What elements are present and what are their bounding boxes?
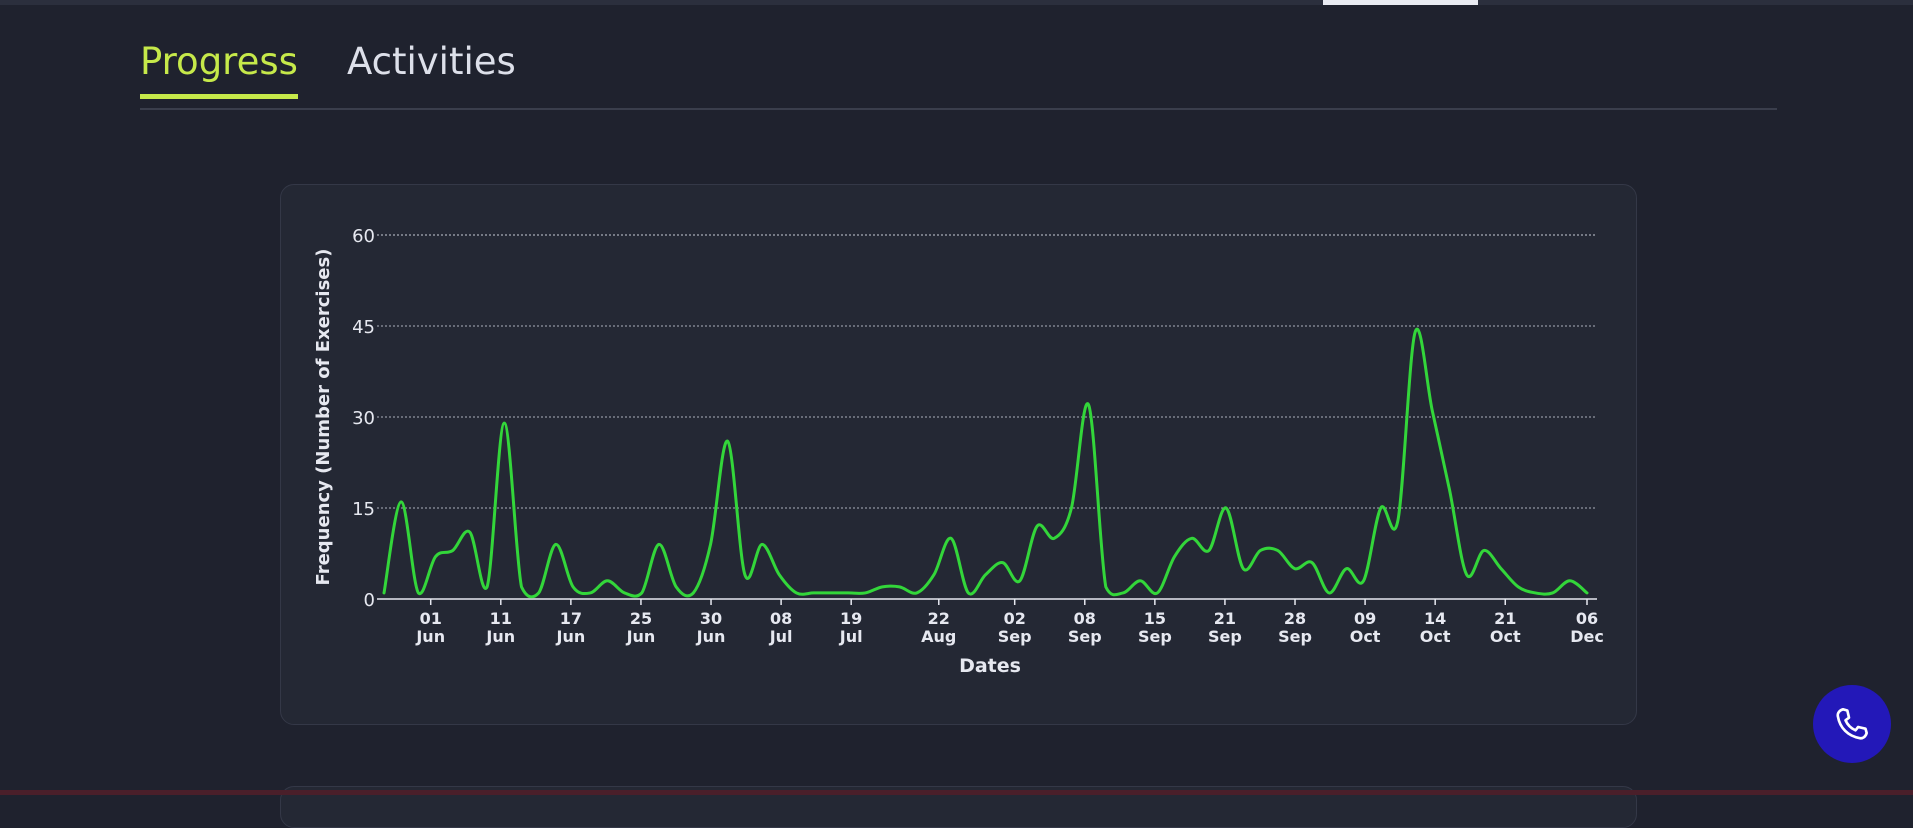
x-tick-month: Sep (1068, 627, 1102, 646)
x-tick-day: 15 (1144, 609, 1166, 628)
x-tick-day: 08 (1074, 609, 1096, 628)
x-tick-month: Sep (1138, 627, 1172, 646)
x-tick-day: 30 (700, 609, 722, 628)
x-tick-month: Sep (1208, 627, 1242, 646)
x-tick-day: 06 (1576, 609, 1598, 628)
x-tick-day: 22 (928, 609, 950, 628)
y-tick-label: 0 (364, 590, 375, 611)
x-tick-day: 19 (840, 609, 862, 628)
y-tick-label: 60 (352, 226, 375, 247)
x-tick-month: Sep (1278, 627, 1312, 646)
bottom-strip (0, 790, 1913, 795)
tab-bar: Progress Activities (140, 28, 1777, 110)
x-tick-day: 21 (1494, 609, 1516, 628)
phone-icon (1836, 708, 1868, 740)
y-tick-label: 30 (352, 408, 375, 429)
top-active-indicator (1323, 0, 1478, 5)
x-tick-month: Sep (998, 627, 1032, 646)
y-axis-label: Frequency (Number of Exercises) (313, 249, 334, 586)
x-tick-month: Jun (485, 627, 515, 646)
tab-activities[interactable]: Activities (347, 42, 516, 94)
x-tick-month: Aug (921, 627, 956, 646)
series-line (382, 327, 1589, 599)
x-tick-month: Jun (626, 627, 656, 646)
x-tick-month: Jul (839, 627, 863, 646)
x-axis-label: Dates (959, 655, 1021, 677)
frequency-line-chart: 01530456001Jun11Jun17Jun25Jun30Jun08Jul1… (313, 226, 1604, 677)
x-tick-month: Dec (1570, 627, 1604, 646)
x-tick-month: Jun (556, 627, 586, 646)
x-tick-day: 25 (630, 609, 652, 628)
x-tick-day: 14 (1424, 609, 1446, 628)
y-tick-label: 45 (352, 317, 375, 338)
progress-chart-card: 0 15 30 45 60 01 Jun 11 Jun 17 Jun 25 Jun 30 Jun 08 Jul 1… (280, 184, 1637, 725)
x-tick-day: 08 (770, 609, 792, 628)
x-tick-month: Oct (1490, 627, 1521, 646)
x-tick-day: 17 (560, 609, 582, 628)
x-tick-day: 21 (1214, 609, 1236, 628)
x-tick-day: 02 (1004, 609, 1026, 628)
x-tick-month: Jun (696, 627, 726, 646)
x-tick-month: Oct (1420, 627, 1451, 646)
x-tick-month: Jul (769, 627, 793, 646)
x-tick-day: 09 (1354, 609, 1376, 628)
x-tick-day: 11 (490, 609, 512, 628)
x-tick-month: Oct (1350, 627, 1381, 646)
top-strip (0, 0, 1913, 5)
call-button[interactable] (1813, 685, 1891, 763)
x-tick-day: 28 (1284, 609, 1306, 628)
y-tick-label: 15 (352, 499, 375, 520)
x-tick-month: Jun (415, 627, 445, 646)
tab-progress[interactable]: Progress (140, 42, 298, 99)
x-tick-day: 01 (420, 609, 442, 628)
